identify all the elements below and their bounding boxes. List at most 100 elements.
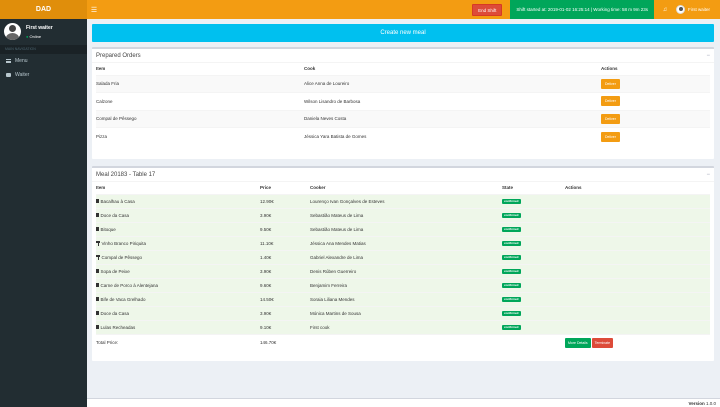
meal-item: Bitoque <box>96 221 260 236</box>
sidebar-item-menu[interactable]: Menu <box>0 54 87 68</box>
meal-item-cooker: Gabriel Alexandre de Lima <box>310 249 502 264</box>
user-status: ● Online <box>26 34 53 39</box>
table-row: Carne de Porco à Alentejana 9.60€ Benjamim… <box>96 277 710 292</box>
main-content: Create new meal Prepared Orders − Item C… <box>87 19 720 398</box>
meal-item-actions <box>565 221 710 236</box>
status-badge: confirmed <box>502 283 521 288</box>
sidebar-user-name: First waiter <box>26 24 53 31</box>
meal-item: Compal de Pêssego <box>96 249 260 264</box>
meal-item-cooker: Mónica Martins de Sousa <box>310 305 502 320</box>
meal-item-actions <box>565 319 710 334</box>
user-name-top: First waiter <box>687 7 710 12</box>
status-badge: confirmed <box>502 297 521 302</box>
food-icon <box>96 311 99 316</box>
meal-item-name: Sopa de Peixe <box>100 268 130 274</box>
sidebar-item-waiter[interactable]: Waiter <box>0 68 87 82</box>
deliver-button[interactable]: Deliver <box>601 113 620 124</box>
collapse-icon[interactable]: − <box>706 53 710 59</box>
table-row: Bacalhau à Casa 12.90€ Lourenço Ivan Gonça… <box>96 193 710 208</box>
meal-item-actions <box>565 305 710 320</box>
notifications-bell-icon[interactable]: ♫ <box>658 0 672 19</box>
sidebar-toggle-icon[interactable]: ☰ <box>87 0 101 19</box>
table-row: Sopa de Peixe 3.90€ Denis Rúben Guerreiro c… <box>96 263 710 278</box>
meal-item: Doce da Casa <box>96 305 260 320</box>
status-badge: confirmed <box>502 255 521 260</box>
more-details-button[interactable]: More Details <box>565 337 591 348</box>
terminate-button[interactable]: Terminate <box>591 337 614 348</box>
meal-item-state: confirmed <box>502 263 565 278</box>
meal-item-price: 12.90€ <box>260 193 310 208</box>
status-badge: confirmed <box>502 325 521 330</box>
status-badge: confirmed <box>502 311 521 316</box>
table-row: Doce da Casa 3.90€ Sebastião Mateus de Lim… <box>96 207 710 222</box>
meal-item-price: 3.90€ <box>260 305 310 320</box>
total-value: 146.70€ <box>260 333 310 351</box>
shift-info: Shift started at: 2019-01-02 16:25:14 | … <box>510 0 654 19</box>
meal-item-state: confirmed <box>502 221 565 236</box>
column-header: Actions <box>601 63 710 76</box>
meal-item: Vinho Branco Piriquita <box>96 235 260 250</box>
total-row: Total Price: 146.70€ More Details Termina… <box>96 333 710 351</box>
meal-item-actions <box>565 249 710 264</box>
meal-item-cooker: Jéssica Ana Mendes Matias <box>310 235 502 250</box>
meal-item-cooker: First cook <box>310 319 502 334</box>
online-dot-icon: ● <box>26 33 29 39</box>
deliver-button[interactable]: Deliver <box>601 96 620 107</box>
order-cook: Alice Anna de Loureiro <box>304 74 601 93</box>
meal-item-cooker: Denis Rúben Guerreiro <box>310 263 502 278</box>
top-navbar: DAD ☰ End Shift Shift started at: 2019-0… <box>0 0 720 19</box>
sidebar: First waiter ● Online MAIN NAVIGATION Me… <box>0 19 87 407</box>
order-cook: Jéssica Yara Batista de Gomes <box>304 127 601 145</box>
food-icon <box>96 297 99 302</box>
order-cook: Wilson Lisandro de Barbosa <box>304 92 601 110</box>
deliver-button[interactable]: Deliver <box>601 131 620 142</box>
food-icon <box>96 199 99 204</box>
user-panel: First waiter ● Online <box>0 19 87 44</box>
meal-item-name: Lulas Recheadas <box>100 324 136 330</box>
meal-item-actions <box>565 277 710 292</box>
order-actions: Deliver <box>601 92 710 110</box>
menu-icon <box>6 59 11 63</box>
end-shift-button[interactable]: End Shift <box>472 3 503 16</box>
collapse-icon[interactable]: − <box>706 172 710 178</box>
meal-items-table: Item Price Cooker State Actions Bacalhau… <box>96 182 710 351</box>
meal-item-price: 9.10€ <box>260 319 310 334</box>
order-actions: Deliver <box>601 127 710 145</box>
version-label: Version <box>688 401 705 406</box>
status-badge: confirmed <box>502 227 521 232</box>
footer: Version 1.0.0 <box>87 398 720 407</box>
status-badge: confirmed <box>502 269 521 274</box>
create-new-meal-button[interactable]: Create new meal <box>92 24 714 42</box>
table-row: Pizza Jéssica Yara Batista de Gomes Delive… <box>96 127 710 145</box>
meal-item-price: 14.50€ <box>260 291 310 306</box>
food-icon <box>96 227 99 232</box>
avatar <box>675 5 685 14</box>
version-info: Version 1.0.0 <box>688 401 716 406</box>
meal-item-actions <box>565 193 710 208</box>
order-item: Salada Fria <box>96 74 304 93</box>
table-row: Doce da Casa 3.90€ Mónica Martins de Sousa… <box>96 305 710 320</box>
deliver-button[interactable]: Deliver <box>601 78 620 89</box>
meal-item-name: Compal de Pêssego <box>101 254 143 260</box>
column-header: Cooker <box>310 182 502 195</box>
order-actions: Deliver <box>601 109 710 128</box>
total-label: Total Price: <box>96 333 260 351</box>
meal-item-cooker: Sebastião Mateus de Lima <box>310 207 502 222</box>
meal-item-state: confirmed <box>502 207 565 222</box>
meal-item-price: 9.50€ <box>260 221 310 236</box>
status-badge: confirmed <box>502 199 521 204</box>
meal-item-name: Bitoque <box>100 226 116 232</box>
column-header: Item <box>96 182 260 195</box>
sidebar-item-label: Menu <box>15 58 28 64</box>
user-menu[interactable]: First waiter <box>675 5 710 14</box>
box-title: Meal 20183 - Table 17 <box>96 171 156 178</box>
meal-item-cooker: Lourenço Ivan Gonçalves de Esteves <box>310 193 502 208</box>
meal-item-price: 3.90€ <box>260 263 310 278</box>
user-avatar <box>4 23 21 40</box>
app-logo[interactable]: DAD <box>0 0 87 19</box>
nav-header: MAIN NAVIGATION <box>0 45 87 54</box>
order-cook: Daniela Neves Costa <box>304 109 601 128</box>
table-row: Compal de Pêssego 1.40€ Gabriel Alexandre … <box>96 249 710 264</box>
prepared-orders-table: Item Cook Actions Salada Fria Alice Anna … <box>96 63 710 145</box>
meal-item-state: confirmed <box>502 235 565 250</box>
